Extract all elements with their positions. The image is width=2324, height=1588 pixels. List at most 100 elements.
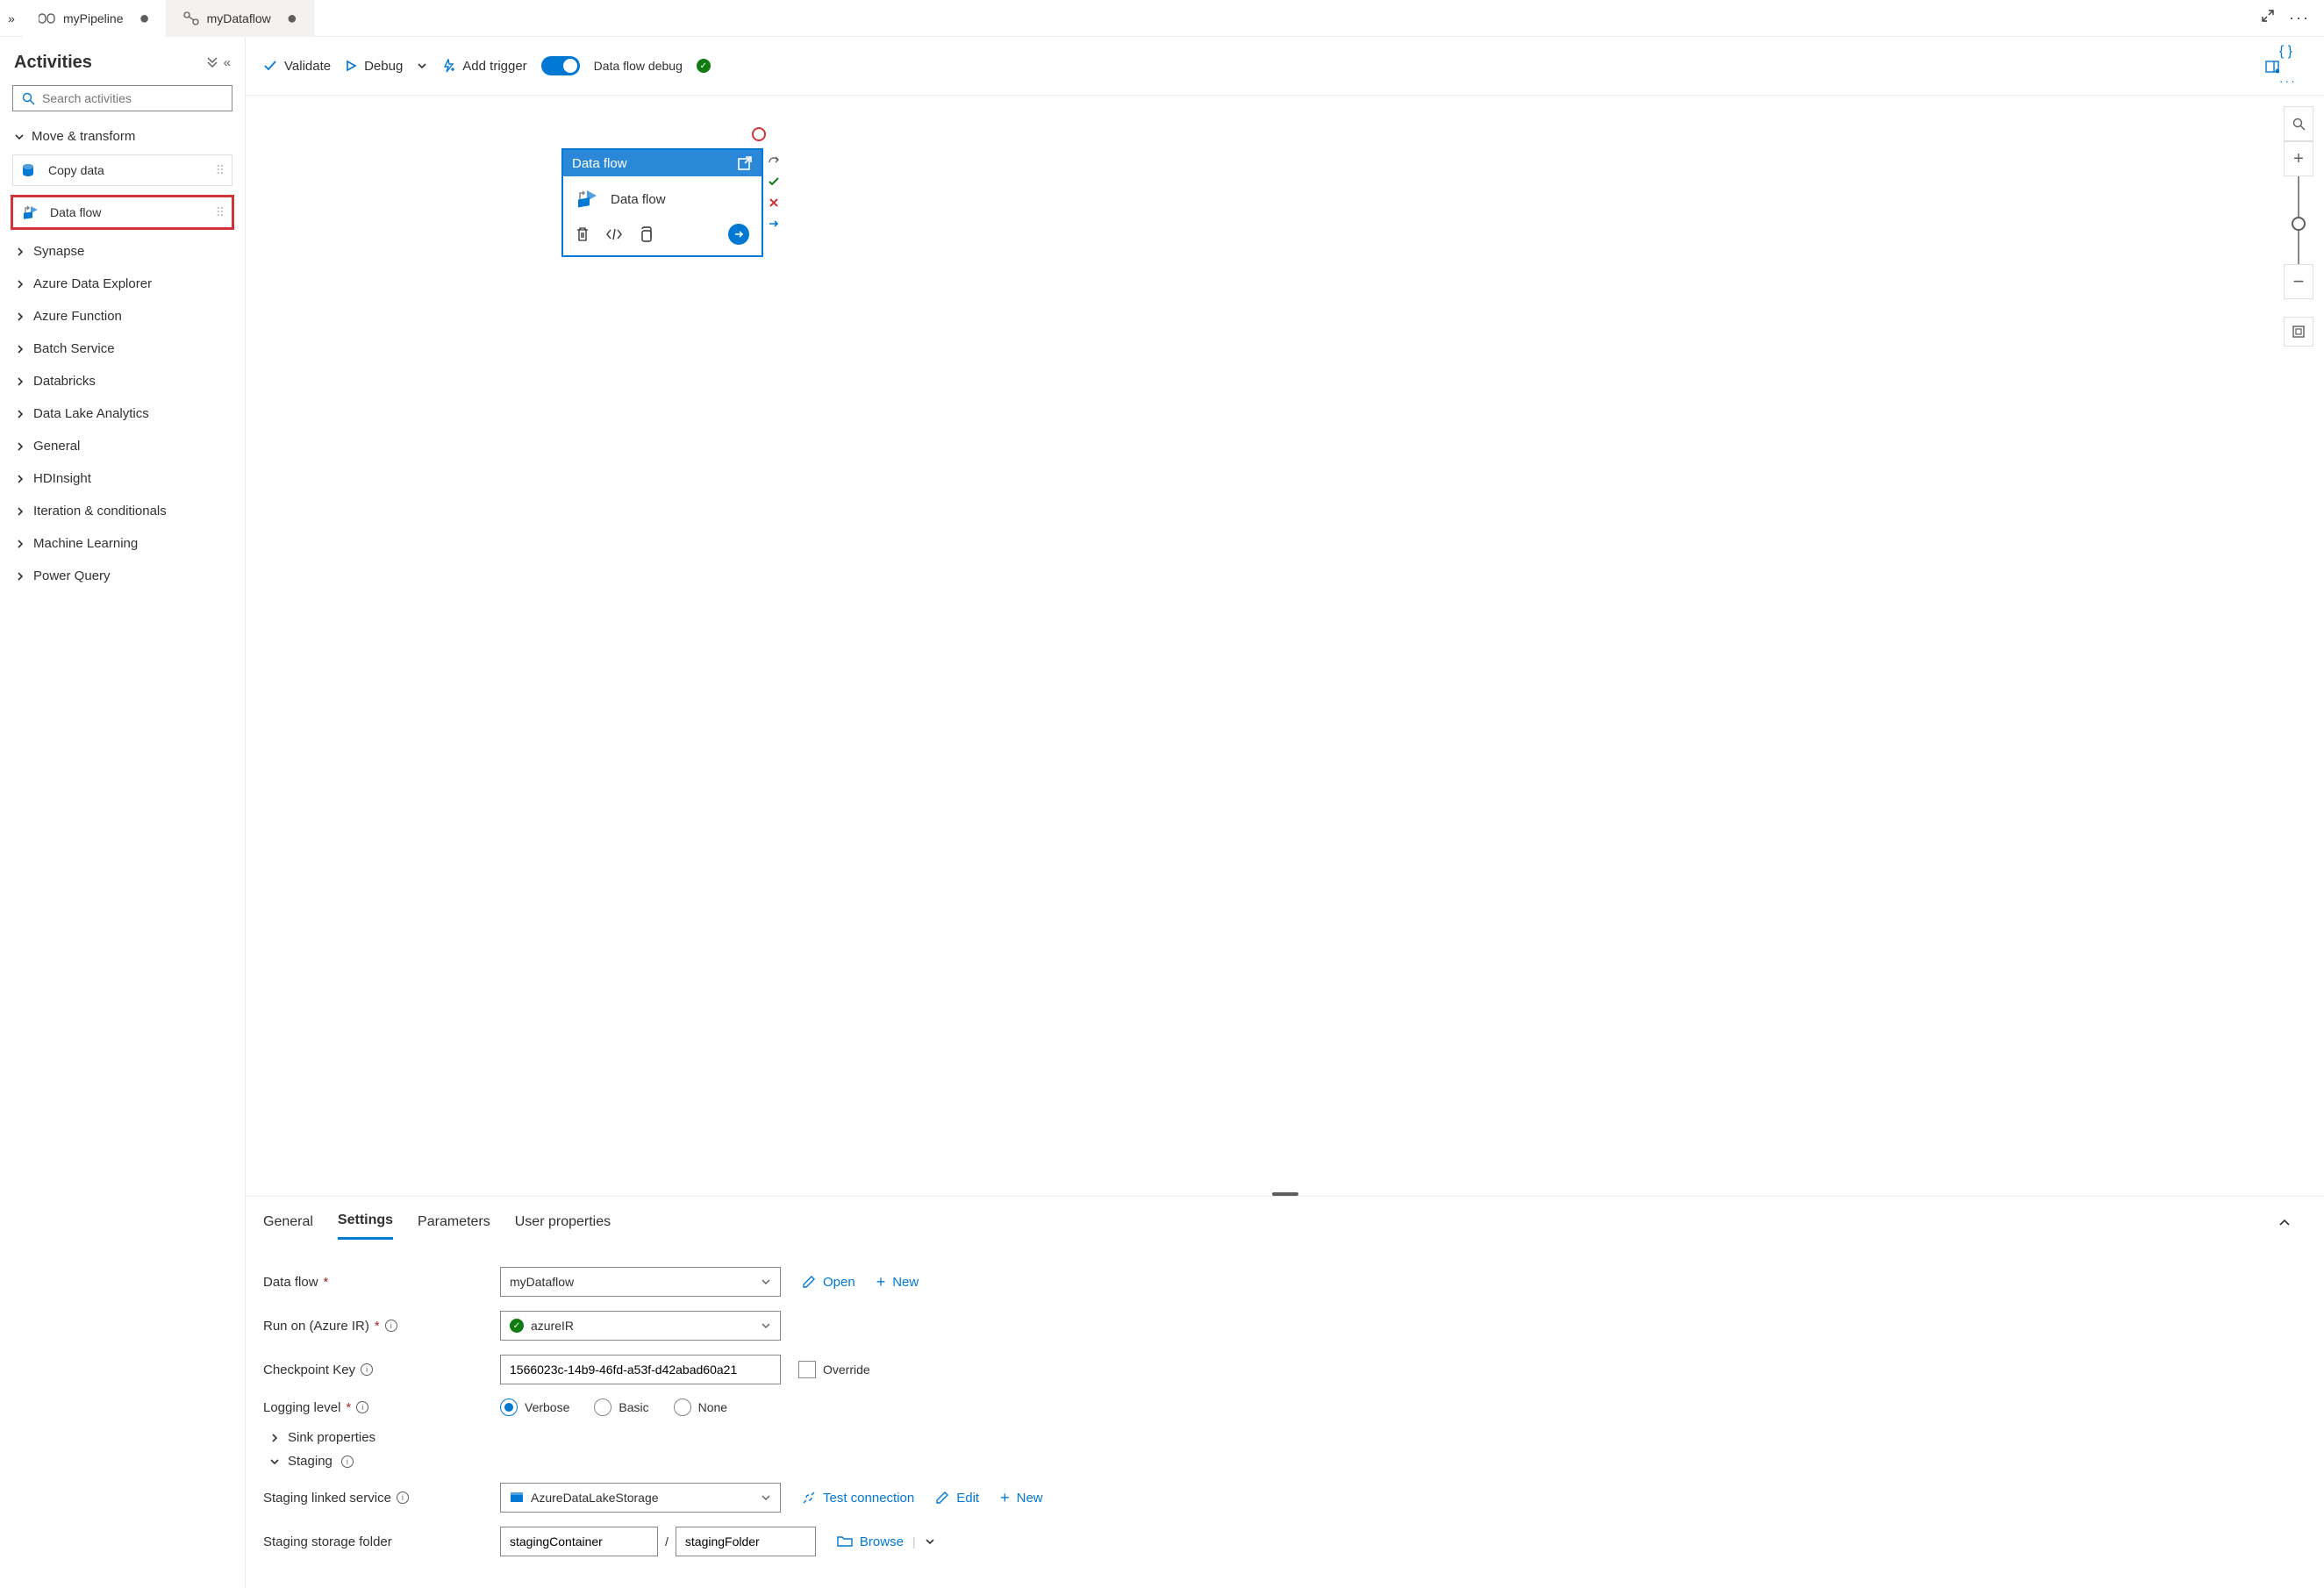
info-icon[interactable]: i (356, 1401, 368, 1413)
node-side-icons (767, 154, 781, 231)
plus-icon: + (876, 1273, 886, 1291)
search-activities-input[interactable] (12, 85, 232, 111)
properties-panel: General Settings Parameters User propert… (246, 1196, 2324, 1588)
category-data-lake-analytics[interactable]: Data Lake Analytics (9, 397, 236, 430)
activity-copy-data[interactable]: Copy data ⠿ (12, 154, 232, 186)
chevron-right-icon (16, 377, 25, 386)
debug-button[interactable]: Debug (345, 59, 403, 74)
checkpoint-label: Checkpoint Key (263, 1363, 355, 1377)
side-skip-icon[interactable] (767, 217, 781, 231)
radio-verbose[interactable]: Verbose (500, 1398, 569, 1416)
test-connection-button[interactable]: Test connection (802, 1491, 914, 1506)
category-power-query[interactable]: Power Query (9, 560, 236, 592)
info-icon[interactable]: i (341, 1456, 354, 1468)
pipeline-toolbar: Validate Debug Add trigger Data flow deb… (246, 37, 2324, 96)
chevron-double-down-icon[interactable] (206, 55, 218, 70)
node-arrow-icon[interactable] (728, 224, 749, 245)
browse-dropdown[interactable] (925, 1537, 935, 1546)
tab-label: myPipeline (63, 11, 123, 25)
radio-basic[interactable]: Basic (594, 1398, 648, 1416)
validate-button[interactable]: Validate (263, 59, 331, 74)
staging-folder-input[interactable] (676, 1527, 816, 1556)
status-ok-icon: ✓ (510, 1319, 524, 1333)
connection-icon (802, 1491, 816, 1505)
open-button[interactable]: Open (802, 1275, 855, 1290)
more-icon[interactable]: ··· (2289, 9, 2310, 27)
chevron-right-icon (16, 540, 25, 548)
tab-user-properties[interactable]: User properties (515, 1207, 611, 1239)
pipeline-canvas[interactable]: Data flow Data flow (246, 96, 2324, 1192)
staging-linked-value: AzureDataLakeStorage (531, 1491, 659, 1505)
zoom-in-button[interactable]: + (2284, 141, 2313, 176)
group-move-transform[interactable]: Move & transform (9, 122, 236, 151)
staging-container-input[interactable] (500, 1527, 658, 1556)
collapse-left-icon[interactable]: « (224, 55, 231, 70)
side-fail-icon[interactable] (767, 196, 781, 210)
chevron-right-icon (16, 280, 25, 289)
side-redo-icon[interactable] (767, 154, 781, 168)
code-icon[interactable] (605, 228, 623, 240)
dataflow-node[interactable]: Data flow Data flow (561, 148, 763, 257)
more-icon[interactable]: ··· (2279, 74, 2297, 88)
side-success-icon[interactable] (767, 175, 781, 189)
trigger-icon (441, 59, 455, 73)
dataflow-tab-icon (182, 10, 200, 27)
info-icon[interactable]: i (361, 1363, 373, 1376)
staging-linked-select[interactable]: AzureDataLakeStorage (500, 1483, 781, 1513)
debug-status-icon: ✓ (697, 59, 711, 73)
dataflow-debug-toggle[interactable] (541, 56, 580, 75)
zoom-search-icon[interactable] (2284, 106, 2313, 141)
group-label: Move & transform (32, 129, 135, 144)
zoom-controls: + − (2284, 106, 2313, 347)
category-synapse[interactable]: Synapse (9, 235, 236, 268)
tab-parameters[interactable]: Parameters (418, 1207, 490, 1239)
copy-icon[interactable] (639, 226, 653, 242)
category-machine-learning[interactable]: Machine Learning (9, 527, 236, 560)
expand-left-icon[interactable]: » (0, 11, 23, 25)
properties-panel-icon[interactable] (2265, 60, 2306, 74)
open-external-icon[interactable] (737, 155, 753, 171)
logging-label: Logging level (263, 1400, 340, 1415)
search-field[interactable] (42, 91, 223, 105)
tab-general[interactable]: General (263, 1207, 313, 1239)
json-braces-icon[interactable]: { } (2279, 44, 2292, 59)
zoom-out-button[interactable]: − (2284, 264, 2313, 299)
chevron-down-icon (761, 1277, 771, 1286)
browse-button[interactable]: Browse (837, 1534, 904, 1549)
activity-data-flow[interactable]: Data flow ⠿ (12, 197, 232, 228)
tab-settings[interactable]: Settings (338, 1205, 393, 1240)
dataflow-select[interactable]: myDataflow (500, 1267, 781, 1297)
new-button[interactable]: +New (876, 1273, 919, 1291)
category-hdinsight[interactable]: HDInsight (9, 462, 236, 495)
delete-icon[interactable] (576, 226, 590, 242)
zoom-fit-button[interactable] (2284, 317, 2313, 347)
debug-dropdown[interactable] (417, 61, 427, 70)
checkpoint-input[interactable] (500, 1355, 781, 1384)
dataflow-debug-label: Data flow debug (594, 59, 683, 73)
category-azure-data-explorer[interactable]: Azure Data Explorer (9, 268, 236, 300)
category-general[interactable]: General (9, 430, 236, 462)
zoom-slider[interactable] (2298, 176, 2299, 264)
add-trigger-button[interactable]: Add trigger (441, 59, 526, 74)
category-batch-service[interactable]: Batch Service (9, 333, 236, 365)
zoom-handle[interactable] (2292, 217, 2306, 231)
collapse-panel-icon[interactable] (2278, 1219, 2306, 1227)
tab-label: myDataflow (207, 11, 271, 25)
radio-none[interactable]: None (674, 1398, 727, 1416)
tab-pipeline[interactable]: myPipeline ● (23, 0, 167, 37)
info-icon[interactable]: i (397, 1491, 409, 1504)
tab-dataflow[interactable]: myDataflow ● (167, 0, 314, 37)
category-databricks[interactable]: Databricks (9, 365, 236, 397)
maximize-icon[interactable] (2261, 9, 2275, 27)
new-linked-button[interactable]: +New (1000, 1489, 1043, 1507)
category-azure-function[interactable]: Azure Function (9, 300, 236, 333)
required-icon: * (346, 1400, 351, 1415)
info-icon[interactable]: i (385, 1320, 397, 1332)
category-iteration-conditionals[interactable]: Iteration & conditionals (9, 495, 236, 527)
staging-toggle[interactable]: Staging i (270, 1454, 2306, 1469)
runon-select[interactable]: ✓azureIR (500, 1311, 781, 1341)
dataflow-select-value: myDataflow (510, 1275, 574, 1289)
override-checkbox[interactable] (798, 1361, 816, 1378)
sink-properties-toggle[interactable]: Sink properties (270, 1430, 2306, 1445)
edit-button[interactable]: Edit (935, 1491, 979, 1506)
